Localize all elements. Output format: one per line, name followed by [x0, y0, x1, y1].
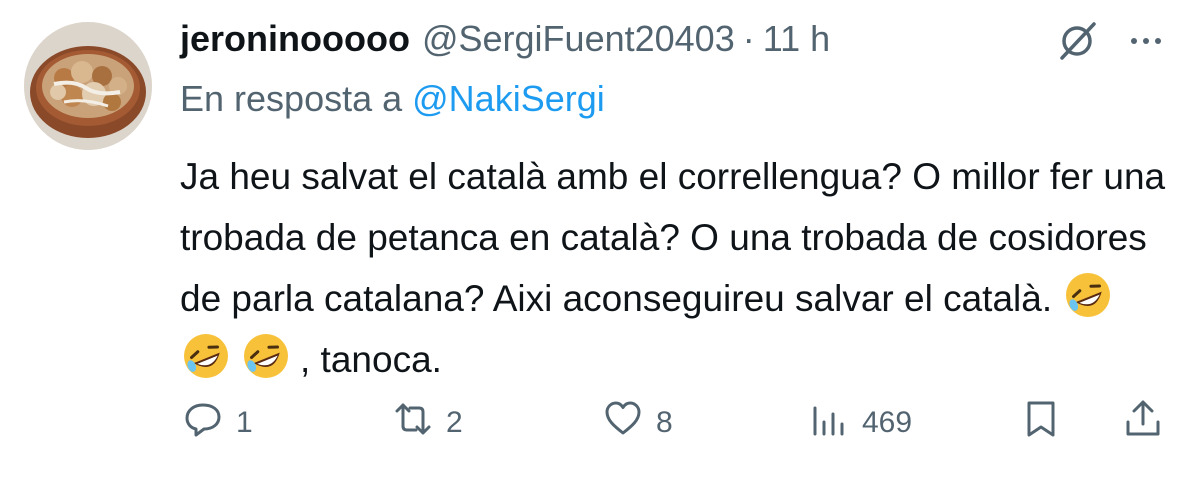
views-icon	[808, 398, 850, 448]
more-dots-icon[interactable]	[1118, 18, 1174, 64]
avatar-image	[24, 22, 152, 150]
rolling-on-floor-laughing-emoji	[240, 330, 292, 382]
display-name[interactable]: jeroninooooo	[180, 18, 410, 60]
action-bar: 1 2 8 469	[0, 395, 1200, 451]
like-button[interactable]: 8	[602, 395, 673, 451]
share-icon	[1122, 398, 1164, 448]
user-handle[interactable]: @SergiFuent20403	[422, 18, 735, 60]
reply-icon	[182, 398, 224, 448]
repost-count: 2	[446, 406, 463, 439]
rolling-on-floor-laughing-emoji	[180, 330, 232, 382]
reply-button[interactable]: 1	[182, 395, 253, 451]
reply-context: En resposta a @NakiSergi	[180, 78, 605, 120]
like-count: 8	[656, 406, 673, 439]
tweet-text-tail: , tanoca.	[300, 339, 442, 380]
tweet-text-main: Ja heu salvat el català amb el correllen…	[180, 156, 1166, 319]
views-count: 469	[862, 406, 913, 439]
reply-count: 1	[236, 406, 253, 439]
reply-mention-link[interactable]: @NakiSergi	[412, 78, 605, 119]
bookmark-icon	[1020, 398, 1062, 448]
timestamp[interactable]: 11 h	[763, 18, 830, 60]
repost-icon	[392, 398, 434, 448]
repost-button[interactable]: 2	[392, 395, 463, 451]
reply-prefix: En resposta a	[180, 78, 403, 119]
tweet-text: Ja heu salvat el català amb el correllen…	[180, 146, 1170, 390]
avatar[interactable]	[24, 22, 152, 150]
grok-icon[interactable]	[1054, 18, 1100, 64]
heart-icon	[602, 398, 644, 448]
share-button[interactable]	[1122, 395, 1164, 451]
bookmark-button[interactable]	[1020, 395, 1062, 451]
rolling-on-floor-laughing-emoji	[1062, 269, 1114, 321]
views-button[interactable]: 469	[808, 395, 912, 451]
separator-dot: ·	[742, 18, 755, 59]
tweet-header: jeroninooooo @SergiFuent20403 · 11 h	[180, 14, 830, 64]
